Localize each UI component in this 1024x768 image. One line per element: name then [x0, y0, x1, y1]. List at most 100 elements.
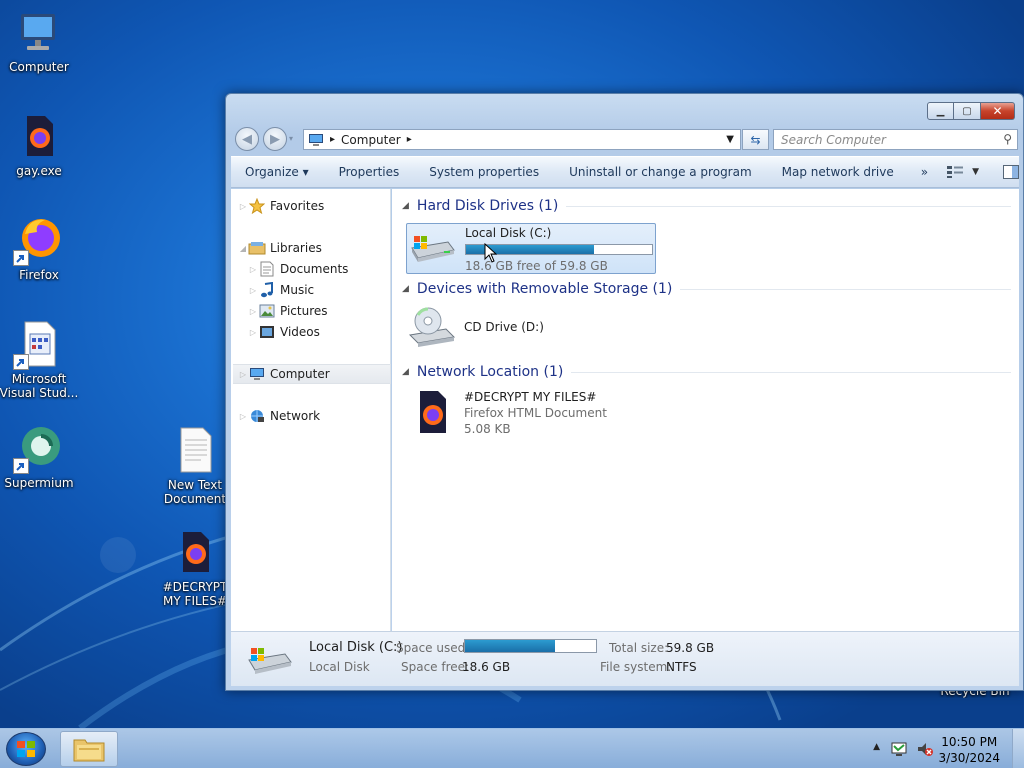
- view-options-button[interactable]: ▼: [946, 165, 979, 179]
- expand-arrow-icon[interactable]: ▷: [248, 265, 258, 274]
- address-separator[interactable]: ▸: [330, 134, 335, 145]
- nav-label: Documents: [280, 262, 349, 276]
- collapse-arrow-icon[interactable]: ◢: [402, 201, 409, 211]
- details-label: Space used:: [396, 641, 470, 655]
- desktop-icon-visual-studio[interactable]: Microsoft Visual Stud...: [0, 320, 80, 400]
- details-label: File system:: [600, 660, 672, 674]
- group-divider: [680, 288, 1011, 290]
- details-label: Space free:: [401, 660, 470, 674]
- expand-arrow-icon[interactable]: ▷: [248, 328, 258, 337]
- desktop-icon-gay-exe[interactable]: gay.exe: [0, 112, 80, 178]
- taskbar-explorer-button[interactable]: [60, 731, 118, 767]
- chevron-down-icon: ▼: [972, 167, 979, 177]
- system-clock[interactable]: 10:50 PM 3/30/2024: [938, 734, 1000, 766]
- start-button[interactable]: [6, 732, 46, 766]
- maximize-button[interactable]: ▢: [954, 102, 981, 120]
- desktop-icon-label: Microsoft Visual Stud...: [0, 372, 79, 400]
- nav-item-videos[interactable]: ▷ Videos: [248, 322, 406, 342]
- preview-pane-button[interactable]: [1002, 165, 1019, 179]
- search-input[interactable]: Search Computer: [781, 133, 886, 147]
- collapse-arrow-icon[interactable]: ◢: [402, 367, 409, 377]
- hard-drive-icon: [247, 644, 293, 679]
- nav-item-favorites[interactable]: ▷ Favorites: [238, 196, 396, 216]
- address-location[interactable]: Computer: [341, 133, 401, 147]
- navigation-pane: ▷ Favorites ◢ Libraries ▷ Documents ▷ Mu…: [231, 189, 391, 631]
- expand-arrow-icon[interactable]: ▷: [248, 307, 258, 316]
- address-bar[interactable]: ▸ Computer ▸ ▼ ⇆: [303, 129, 769, 150]
- drive-cd-d[interactable]: CD Drive (D:): [408, 305, 544, 349]
- shortcut-arrow-icon: [13, 354, 29, 370]
- nav-item-pictures[interactable]: ▷ Pictures: [248, 301, 406, 321]
- details-space-free: 18.6 GB: [462, 660, 511, 674]
- music-icon: [258, 282, 276, 298]
- drive-local-disk-c[interactable]: Local Disk (C:) 18.6 GB free of 59.8 GB: [406, 223, 656, 274]
- shortcut-arrow-icon: [13, 250, 29, 266]
- volume-muted-icon[interactable]: [916, 740, 934, 761]
- details-pane: Local Disk (C:) Local Disk Space used: S…: [231, 631, 1019, 686]
- details-kind: Local Disk: [309, 660, 370, 674]
- firefox-icon: [13, 216, 63, 266]
- preview-pane-icon: [1002, 165, 1019, 179]
- drive-name: Local Disk (C:): [465, 226, 552, 240]
- cd-drive-icon: [408, 305, 456, 349]
- group-header-hard-disk-drives[interactable]: ◢ Hard Disk Drives (1): [402, 198, 1011, 214]
- star-icon: [248, 198, 266, 214]
- address-separator[interactable]: ▸: [407, 134, 412, 145]
- group-title: Hard Disk Drives (1): [416, 198, 559, 214]
- desktop-icon-new-text-document[interactable]: New Text Document: [154, 426, 236, 506]
- desktop-icon-label: Computer: [9, 60, 69, 74]
- file-size: 5.08 KB: [464, 422, 511, 436]
- computer-icon: [248, 366, 266, 382]
- system-properties-button[interactable]: System properties: [414, 165, 554, 179]
- computer-icon: [15, 8, 63, 56]
- nav-item-music[interactable]: ▷ Music: [248, 280, 406, 300]
- group-header-network-location[interactable]: ◢ Network Location (1): [402, 364, 1011, 380]
- expand-arrow-icon[interactable]: ▷: [238, 202, 248, 211]
- expand-arrow-icon[interactable]: ▷: [238, 412, 248, 421]
- address-dropdown-icon[interactable]: ▼: [726, 134, 734, 145]
- hard-drive-icon: [409, 226, 457, 270]
- forward-arrow-icon: ▶: [270, 131, 280, 147]
- windows-logo-icon: [17, 741, 35, 757]
- map-network-drive-button[interactable]: Map network drive: [767, 165, 909, 179]
- documents-icon: [258, 261, 276, 277]
- videos-icon: [258, 324, 276, 340]
- nav-label: Music: [280, 283, 315, 297]
- minimize-button[interactable]: ▁: [927, 102, 954, 120]
- nav-item-computer[interactable]: ▷ Computer: [233, 364, 391, 384]
- search-box[interactable]: Search Computer ⚲: [773, 129, 1018, 150]
- desktop-icon-supermium[interactable]: Supermium: [0, 424, 80, 490]
- back-button[interactable]: ◀: [235, 127, 259, 151]
- expand-arrow-icon[interactable]: ▷: [238, 370, 248, 379]
- expand-arrow-icon[interactable]: ▷: [248, 286, 258, 295]
- nav-label: Videos: [280, 325, 320, 339]
- details-file-system: NTFS: [666, 660, 697, 674]
- nav-item-libraries[interactable]: ◢ Libraries: [238, 238, 396, 258]
- more-commands-button[interactable]: »: [909, 165, 940, 179]
- action-center-icon[interactable]: [890, 740, 908, 761]
- refresh-button[interactable]: ⇆: [742, 129, 769, 150]
- collapse-arrow-icon[interactable]: ◢: [402, 284, 409, 294]
- group-title: Devices with Removable Storage (1): [416, 281, 673, 297]
- show-desktop-button[interactable]: [1012, 729, 1024, 768]
- expand-arrow-icon[interactable]: ◢: [238, 244, 248, 253]
- desktop-icon-firefox[interactable]: Firefox: [0, 216, 80, 282]
- uninstall-program-button[interactable]: Uninstall or change a program: [554, 165, 767, 179]
- show-hidden-icons-button[interactable]: ▲: [873, 742, 880, 752]
- desktop-icon-computer[interactable]: Computer: [0, 8, 80, 74]
- recent-pages-dropdown-icon[interactable]: ▾: [289, 134, 293, 143]
- file-name: #DECRYPT MY FILES#: [464, 390, 597, 404]
- desktop-icon-decrypt-files[interactable]: #DECRYPT MY FILES#: [154, 528, 236, 608]
- details-total-size: 59.8 GB: [666, 641, 715, 655]
- group-header-removable-storage[interactable]: ◢ Devices with Removable Storage (1): [402, 281, 1011, 297]
- network-file-decrypt[interactable]: #DECRYPT MY FILES# Firefox HTML Document…: [408, 389, 607, 437]
- nav-item-documents[interactable]: ▷ Documents: [248, 259, 406, 279]
- organize-button[interactable]: Organize ▾: [231, 165, 324, 179]
- forward-button[interactable]: ▶: [263, 127, 287, 151]
- close-button[interactable]: ✕: [981, 102, 1015, 120]
- clock-time: 10:50 PM: [941, 735, 998, 749]
- pictures-icon: [258, 303, 276, 319]
- properties-button[interactable]: Properties: [324, 165, 415, 179]
- network-icon: [248, 408, 266, 424]
- nav-item-network[interactable]: ▷ Network: [238, 406, 396, 426]
